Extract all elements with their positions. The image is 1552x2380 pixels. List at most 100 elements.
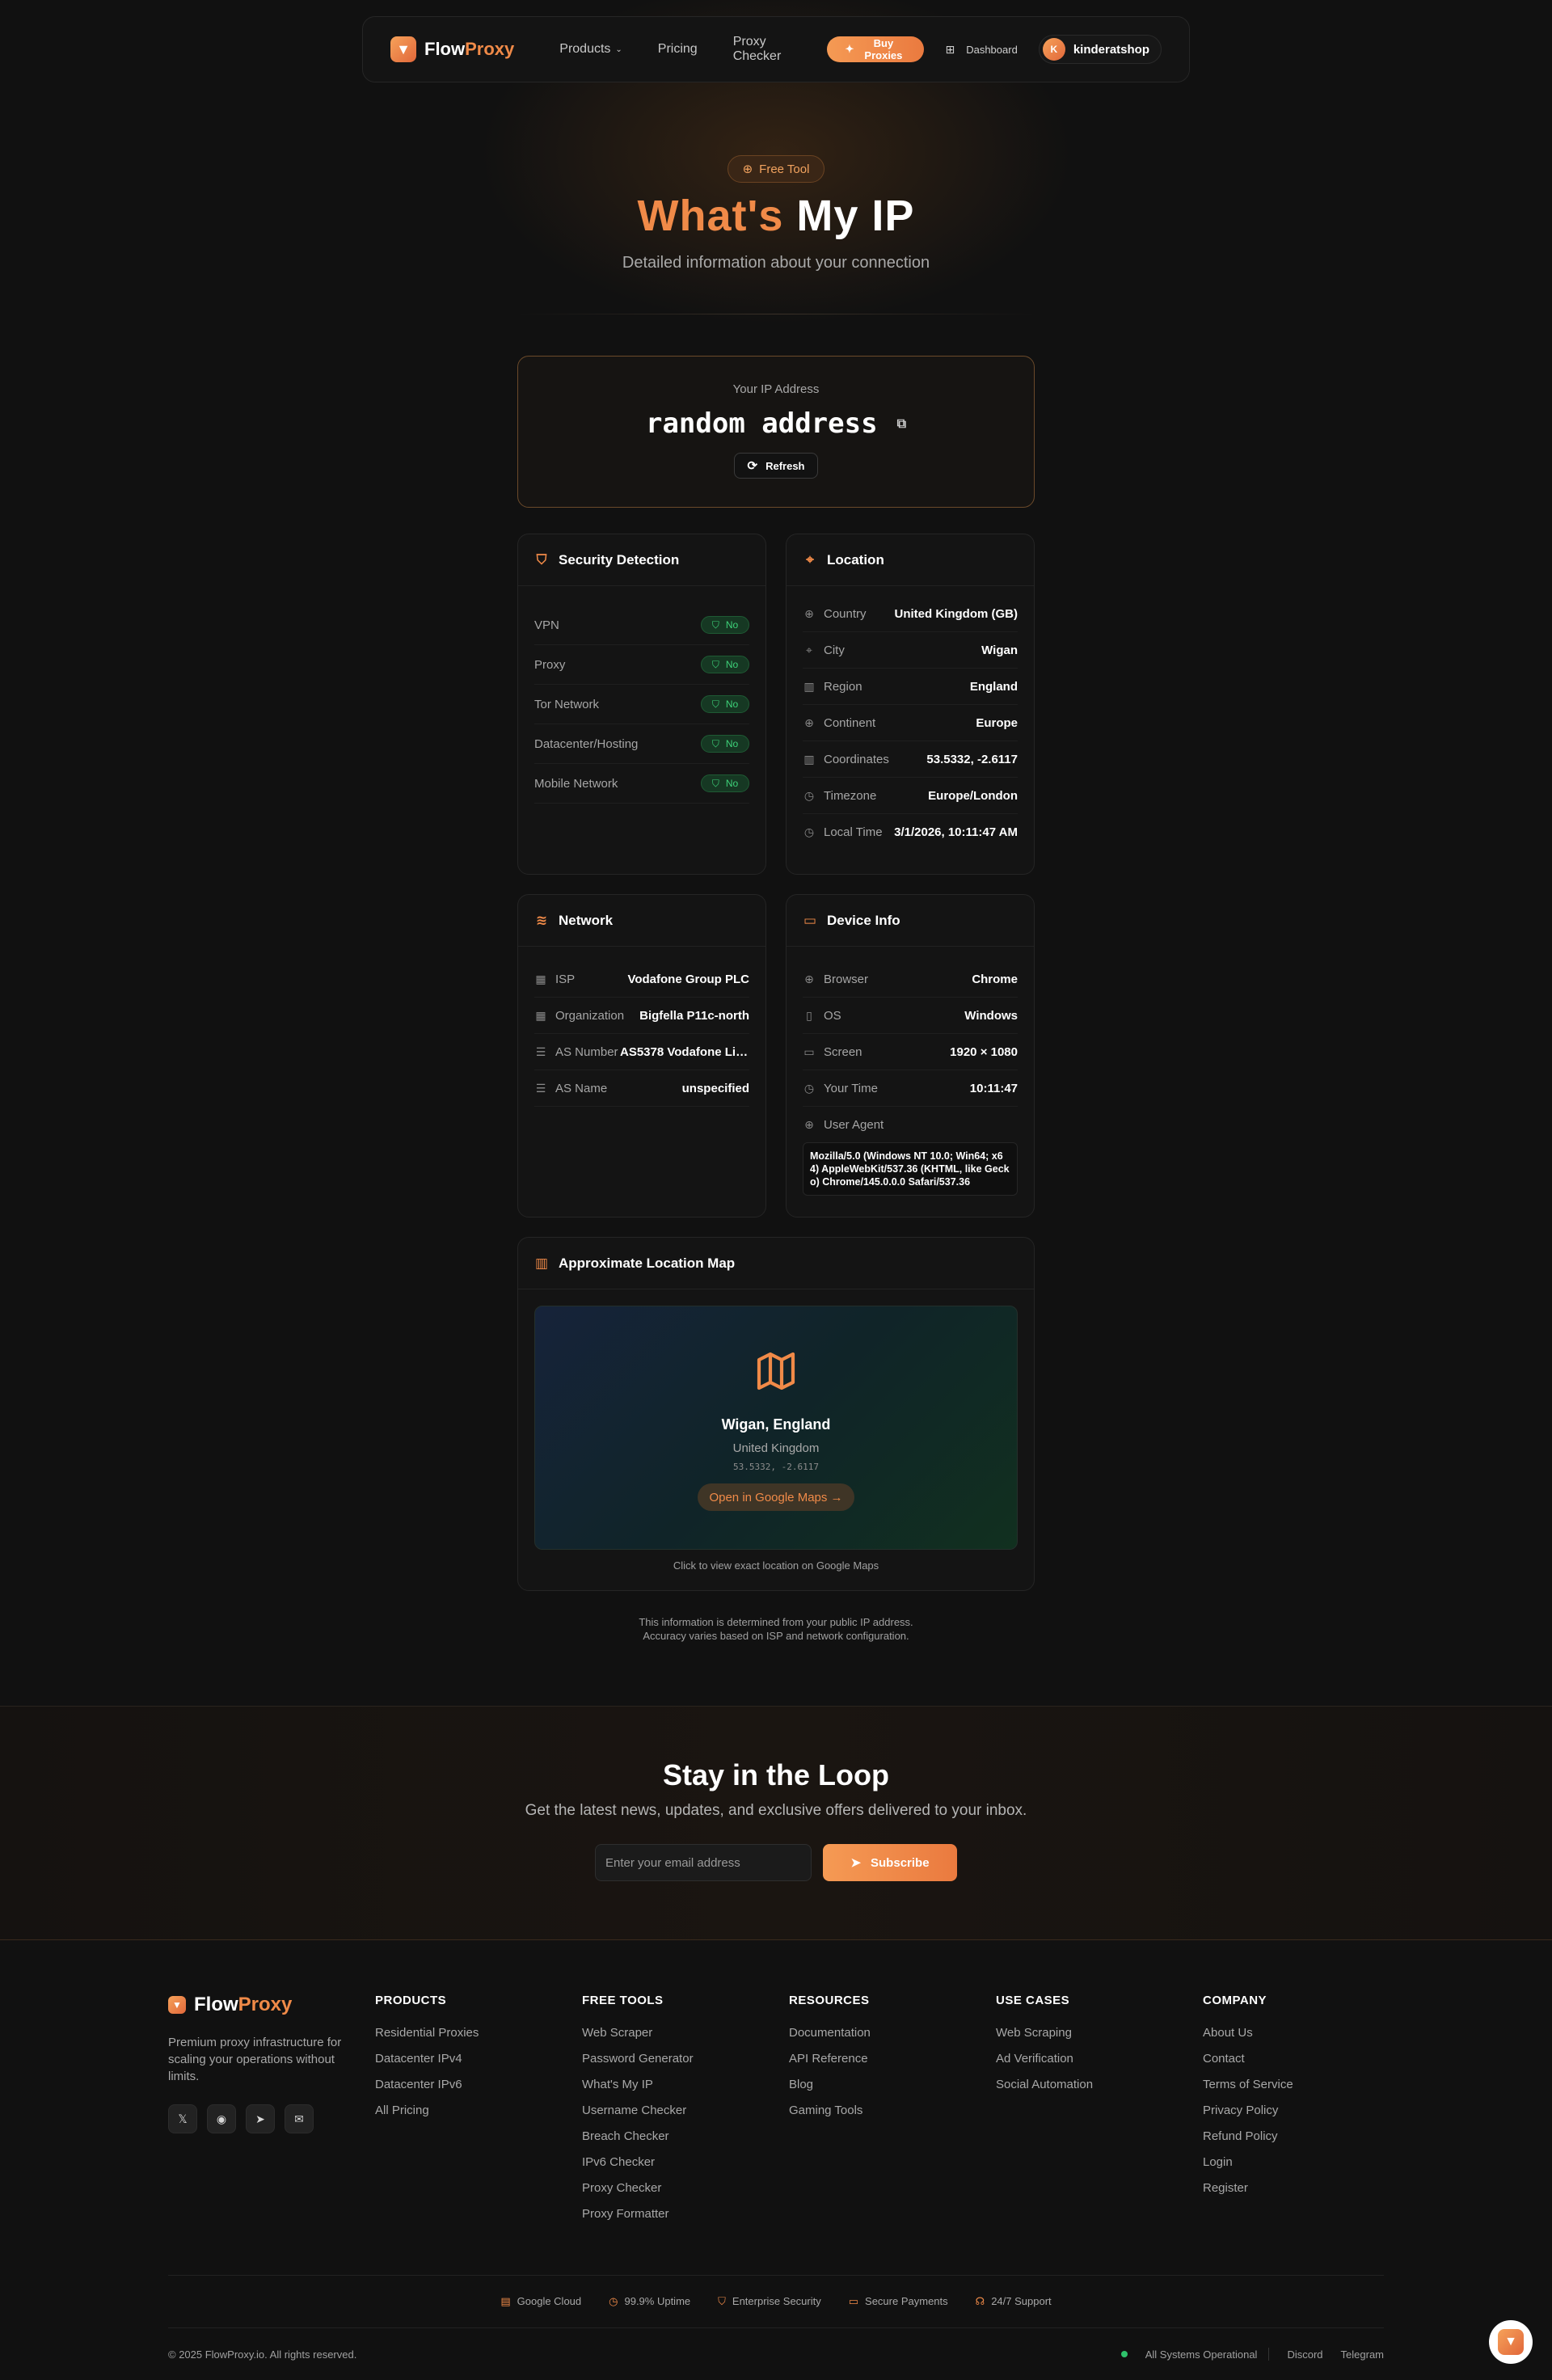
top-navigation: ▼ FlowProxy Products ⌄ Pricing Proxy Che… [362, 16, 1190, 82]
network-value: unspecified [681, 1081, 749, 1095]
network-row-isp: ▦ ISP Vodafone Group PLC [534, 961, 749, 998]
footer-col-free-tools: FREE TOOLS Web Scraper Password Generato… [582, 1994, 694, 2227]
location-row-local-time: ◷ Local Time 3/1/2026, 10:11:47 AM [803, 814, 1018, 850]
chat-widget-button[interactable]: ▼ [1489, 2320, 1533, 2364]
footer-link[interactable]: Contact [1203, 2046, 1293, 2072]
copyright: © 2025 FlowProxy.io. All rights reserved… [168, 2348, 357, 2361]
nav-pricing[interactable]: Pricing [658, 42, 698, 57]
trust-item: ◷ 99.9% Uptime [609, 2295, 690, 2308]
copy-icon[interactable]: ⧉ [897, 416, 906, 432]
location-label: Coordinates [824, 752, 889, 766]
user-agent-label: User Agent [824, 1117, 884, 1132]
footer-link[interactable]: Gaming Tools [789, 2098, 871, 2124]
nav-products[interactable]: Products ⌄ [559, 42, 622, 57]
footer-link[interactable]: Register [1203, 2175, 1293, 2201]
dashboard-link[interactable]: ⊞ Dashboard [945, 43, 1017, 57]
footer-link[interactable]: IPv6 Checker [582, 2150, 694, 2175]
footer-link[interactable]: Breach Checker [582, 2124, 694, 2150]
map-preview[interactable]: Wigan, England United Kingdom 53.5332, -… [534, 1306, 1018, 1550]
open-google-maps-button[interactable]: Open in Google Maps → [698, 1483, 854, 1511]
footer-link[interactable]: Documentation [789, 2020, 871, 2046]
ip-label: Your IP Address [732, 382, 820, 396]
mail-icon[interactable]: ✉ [285, 2104, 314, 2133]
security-label: VPN [534, 618, 559, 632]
footer-link[interactable]: Datacenter IPv4 [375, 2046, 479, 2072]
footer-link[interactable]: Residential Proxies [375, 2020, 479, 2046]
trust-label: Google Cloud [517, 2295, 582, 2307]
footer-link[interactable]: Privacy Policy [1203, 2098, 1293, 2124]
map-country: United Kingdom [732, 1441, 820, 1455]
footer-link[interactable]: Proxy Formatter [582, 2201, 694, 2227]
logo-mark-icon: ▼ [390, 36, 416, 62]
location-row-city: ⌖ City Wigan [803, 632, 1018, 669]
footer-bottom: © 2025 FlowProxy.io. All rights reserved… [168, 2341, 1384, 2367]
user-menu[interactable]: K kinderatshop [1038, 35, 1162, 64]
globe-icon: ⊕ [804, 715, 814, 729]
map-icon: ▥ [534, 1255, 549, 1271]
user-agent-label-row: ⊕ User Agent [803, 1110, 1018, 1139]
location-label: City [824, 643, 845, 657]
discord-link[interactable]: Discord [1287, 2348, 1322, 2361]
clock-icon: ◷ [803, 788, 815, 802]
footer-link[interactable]: Blog [789, 2072, 871, 2098]
footer-separator [1268, 2348, 1270, 2361]
device-header: ▭ Device Info [787, 895, 1034, 947]
footer-link[interactable]: Web Scraping [996, 2020, 1093, 2046]
footer-link[interactable]: Login [1203, 2150, 1293, 2175]
subscribe-button[interactable]: ➤ Subscribe [823, 1844, 957, 1881]
buy-proxies-button[interactable]: ✦ Buy Proxies [827, 36, 925, 62]
send-icon: ➤ [850, 1856, 862, 1870]
newsletter-form: ➤ Subscribe [0, 1844, 1552, 1881]
location-title: Location [827, 551, 884, 568]
footer-link[interactable]: Web Scraper [582, 2020, 694, 2046]
nav-products-label: Products [559, 42, 611, 56]
email-field[interactable] [595, 1844, 812, 1881]
accuracy-note: This information is determined from your… [0, 1615, 1552, 1643]
status-badge: ⛉ No [701, 616, 749, 634]
footer-link[interactable]: All Pricing [375, 2098, 479, 2124]
page-subtitle: Detailed information about your connecti… [622, 254, 930, 272]
refresh-icon: ⟳ [747, 459, 758, 473]
refresh-button[interactable]: ⟳ Refresh [734, 453, 818, 479]
footer-link[interactable]: Social Automation [996, 2072, 1093, 2098]
sparkle-icon: ✦ [845, 43, 854, 55]
system-status[interactable]: All Systems Operational [1110, 2348, 1257, 2361]
footer-link[interactable]: Username Checker [582, 2098, 694, 2124]
location-row-coordinates: ▥ Coordinates 53.5332, -2.6117 [803, 741, 1018, 778]
newsletter-section: Stay in the Loop Get the latest news, up… [0, 1706, 1552, 1940]
globe-icon: ⊕ [804, 1117, 814, 1131]
server-icon: ☰ [535, 1044, 546, 1058]
footer-link[interactable]: Ad Verification [996, 2046, 1093, 2072]
footer-link[interactable]: Terms of Service [1203, 2072, 1293, 2098]
footer-link[interactable]: Datacenter IPv6 [375, 2072, 479, 2098]
brand-logo[interactable]: ▼ FlowProxy [390, 36, 514, 62]
monitor-icon: ▭ [803, 1044, 815, 1058]
footer-description: Premium proxy infrastructure for scaling… [168, 2036, 342, 2083]
footer-brand-b: Proxy [238, 1994, 293, 2015]
security-row-mobile: Mobile Network ⛉ No [534, 764, 749, 804]
discord-icon[interactable]: ◉ [207, 2104, 236, 2133]
footer-link[interactable]: Refund Policy [1203, 2124, 1293, 2150]
map-header: ▥ Approximate Location Map [518, 1238, 1034, 1289]
globe-icon: ⊕ [804, 972, 814, 985]
footer-link[interactable]: Password Generator [582, 2046, 694, 2072]
footer-link[interactable]: Proxy Checker [582, 2175, 694, 2201]
location-value: Europe [976, 715, 1018, 730]
footer-col-company: COMPANY About Us Contact Terms of Servic… [1203, 1994, 1293, 2201]
footer-link[interactable]: About Us [1203, 2020, 1293, 2046]
network-title: Network [559, 912, 614, 928]
footer-col-title: COMPANY [1203, 1994, 1267, 2007]
x-icon[interactable]: 𝕏 [168, 2104, 197, 2133]
status-badge: ⛉ No [701, 695, 749, 713]
network-value: Vodafone Group PLC [627, 972, 749, 986]
avatar: K [1042, 38, 1065, 61]
network-row-as-name: ☰ AS Name unspecified [534, 1070, 749, 1107]
nav-proxy-checker[interactable]: Proxy Checker [733, 35, 802, 64]
network-label: Organization [555, 1008, 625, 1023]
footer-logo[interactable]: ▼ FlowProxy [168, 1994, 346, 2016]
telegram-link[interactable]: Telegram [1341, 2348, 1384, 2361]
footer-link[interactable]: What's My IP [582, 2072, 694, 2098]
telegram-icon[interactable]: ➤ [246, 2104, 275, 2133]
footer-link[interactable]: API Reference [789, 2046, 871, 2072]
trust-bar: ▤ Google Cloud ◷ 99.9% Uptime ⛉ Enterprise … [168, 2275, 1384, 2328]
